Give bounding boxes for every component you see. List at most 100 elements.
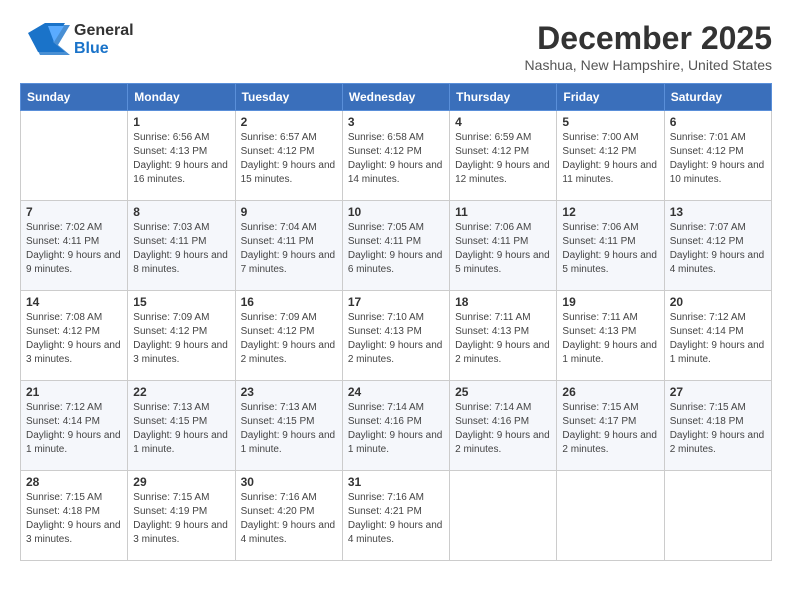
day-info: Sunrise: 7:04 AMSunset: 4:11 PMDaylight:…: [241, 221, 337, 277]
day-info: Sunrise: 7:10 AMSunset: 4:13 PMDaylight:…: [348, 311, 444, 367]
day-info: Sunrise: 6:56 AMSunset: 4:13 PMDaylight:…: [133, 131, 229, 187]
day-number: 14: [26, 295, 122, 309]
logo-blue: Blue: [74, 40, 134, 58]
calendar-week-row: 14Sunrise: 7:08 AMSunset: 4:12 PMDayligh…: [21, 291, 772, 381]
calendar-cell: 3Sunrise: 6:58 AMSunset: 4:12 PMDaylight…: [342, 111, 449, 201]
location: Nashua, New Hampshire, United States: [525, 57, 772, 73]
day-info: Sunrise: 7:09 AMSunset: 4:12 PMDaylight:…: [241, 311, 337, 367]
day-info: Sunrise: 7:13 AMSunset: 4:15 PMDaylight:…: [241, 401, 337, 457]
calendar-cell: [557, 471, 664, 561]
day-info: Sunrise: 7:15 AMSunset: 4:19 PMDaylight:…: [133, 491, 229, 547]
calendar-cell: 11 Sunrise: 7:06 AMSunset: 4:11 PMDayligh…: [450, 201, 557, 291]
calendar-header-wednesday: Wednesday: [342, 84, 449, 111]
calendar-header-row: SundayMondayTuesdayWednesdayThursdayFrid…: [21, 84, 772, 111]
calendar-cell: 22 Sunrise: 7:13 AMSunset: 4:15 PMDayligh…: [128, 381, 235, 471]
day-number: 21: [26, 385, 122, 399]
day-number: 30: [241, 475, 337, 489]
day-info: Sunrise: 7:02 AMSunset: 4:11 PMDaylight:…: [26, 221, 122, 277]
day-info: Sunrise: 7:06 AMSunset: 4:11 PMDaylight:…: [562, 221, 658, 277]
day-number: 1: [133, 115, 229, 129]
calendar-cell: 29 Sunrise: 7:15 AMSunset: 4:19 PMDayligh…: [128, 471, 235, 561]
calendar-cell: 21Sunrise: 7:12 AMSunset: 4:14 PMDayligh…: [21, 381, 128, 471]
calendar-header-friday: Friday: [557, 84, 664, 111]
calendar-cell: 30 Sunrise: 7:16 AMSunset: 4:20 PMDayligh…: [235, 471, 342, 561]
calendar-cell: 18Sunrise: 7:11 AMSunset: 4:13 PMDayligh…: [450, 291, 557, 381]
calendar-cell: 26Sunrise: 7:15 AMSunset: 4:17 PMDayligh…: [557, 381, 664, 471]
day-number: 26: [562, 385, 658, 399]
calendar-cell: 5 Sunrise: 7:00 AMSunset: 4:12 PMDaylight…: [557, 111, 664, 201]
calendar-cell: 7 Sunrise: 7:02 AMSunset: 4:11 PMDaylight…: [21, 201, 128, 291]
calendar-cell: 17Sunrise: 7:10 AMSunset: 4:13 PMDayligh…: [342, 291, 449, 381]
calendar-cell: 23 Sunrise: 7:13 AMSunset: 4:15 PMDayligh…: [235, 381, 342, 471]
calendar-cell: [450, 471, 557, 561]
calendar-header-saturday: Saturday: [664, 84, 771, 111]
calendar-cell: 16 Sunrise: 7:09 AMSunset: 4:12 PMDayligh…: [235, 291, 342, 381]
day-number: 6: [670, 115, 766, 129]
calendar-week-row: 1 Sunrise: 6:56 AMSunset: 4:13 PMDaylight…: [21, 111, 772, 201]
calendar-week-row: 21Sunrise: 7:12 AMSunset: 4:14 PMDayligh…: [21, 381, 772, 471]
calendar-week-row: 28 Sunrise: 7:15 AMSunset: 4:18 PMDayligh…: [21, 471, 772, 561]
day-number: 28: [26, 475, 122, 489]
day-info: Sunrise: 7:16 AMSunset: 4:21 PMDaylight:…: [348, 491, 444, 547]
day-number: 24: [348, 385, 444, 399]
day-info: Sunrise: 7:13 AMSunset: 4:15 PMDaylight:…: [133, 401, 229, 457]
day-info: Sunrise: 7:00 AMSunset: 4:12 PMDaylight:…: [562, 131, 658, 187]
title-block: December 2025 Nashua, New Hampshire, Uni…: [525, 20, 772, 73]
calendar-cell: 24Sunrise: 7:14 AMSunset: 4:16 PMDayligh…: [342, 381, 449, 471]
calendar-cell: 31Sunrise: 7:16 AMSunset: 4:21 PMDayligh…: [342, 471, 449, 561]
calendar-header-tuesday: Tuesday: [235, 84, 342, 111]
day-number: 18: [455, 295, 551, 309]
day-number: 29: [133, 475, 229, 489]
day-number: 8: [133, 205, 229, 219]
logo-icon: [20, 20, 70, 60]
day-number: 13: [670, 205, 766, 219]
calendar-header-thursday: Thursday: [450, 84, 557, 111]
day-number: 9: [241, 205, 337, 219]
day-number: 25: [455, 385, 551, 399]
calendar-cell: 9 Sunrise: 7:04 AMSunset: 4:11 PMDaylight…: [235, 201, 342, 291]
day-info: Sunrise: 7:14 AMSunset: 4:16 PMDaylight:…: [455, 401, 551, 457]
day-number: 5: [562, 115, 658, 129]
calendar-table: SundayMondayTuesdayWednesdayThursdayFrid…: [20, 83, 772, 561]
calendar-cell: 4 Sunrise: 6:59 AMSunset: 4:12 PMDaylight…: [450, 111, 557, 201]
day-number: 10: [348, 205, 444, 219]
calendar-cell: 25 Sunrise: 7:14 AMSunset: 4:16 PMDayligh…: [450, 381, 557, 471]
calendar-cell: 20 Sunrise: 7:12 AMSunset: 4:14 PMDayligh…: [664, 291, 771, 381]
calendar-cell: 14Sunrise: 7:08 AMSunset: 4:12 PMDayligh…: [21, 291, 128, 381]
calendar-cell: 13 Sunrise: 7:07 AMSunset: 4:12 PMDayligh…: [664, 201, 771, 291]
day-number: 11: [455, 205, 551, 219]
calendar-cell: 19Sunrise: 7:11 AMSunset: 4:13 PMDayligh…: [557, 291, 664, 381]
day-number: 22: [133, 385, 229, 399]
calendar-cell: 2 Sunrise: 6:57 AMSunset: 4:12 PMDaylight…: [235, 111, 342, 201]
calendar-header-monday: Monday: [128, 84, 235, 111]
day-info: Sunrise: 7:12 AMSunset: 4:14 PMDaylight:…: [670, 311, 766, 367]
calendar-cell: 10Sunrise: 7:05 AMSunset: 4:11 PMDayligh…: [342, 201, 449, 291]
day-info: Sunrise: 7:06 AMSunset: 4:11 PMDaylight:…: [455, 221, 551, 277]
day-number: 2: [241, 115, 337, 129]
calendar-cell: 15Sunrise: 7:09 AMSunset: 4:12 PMDayligh…: [128, 291, 235, 381]
day-number: 4: [455, 115, 551, 129]
day-info: Sunrise: 6:57 AMSunset: 4:12 PMDaylight:…: [241, 131, 337, 187]
page-header: General Blue December 2025 Nashua, New H…: [20, 20, 772, 73]
day-info: Sunrise: 7:16 AMSunset: 4:20 PMDaylight:…: [241, 491, 337, 547]
logo-general: General: [74, 22, 134, 40]
calendar-cell: 8 Sunrise: 7:03 AMSunset: 4:11 PMDaylight…: [128, 201, 235, 291]
day-info: Sunrise: 7:15 AMSunset: 4:18 PMDaylight:…: [26, 491, 122, 547]
day-number: 27: [670, 385, 766, 399]
day-info: Sunrise: 7:03 AMSunset: 4:11 PMDaylight:…: [133, 221, 229, 277]
calendar-cell: 28 Sunrise: 7:15 AMSunset: 4:18 PMDayligh…: [21, 471, 128, 561]
day-number: 7: [26, 205, 122, 219]
calendar-week-row: 7 Sunrise: 7:02 AMSunset: 4:11 PMDaylight…: [21, 201, 772, 291]
day-number: 23: [241, 385, 337, 399]
logo: General Blue: [20, 20, 134, 60]
day-info: Sunrise: 7:07 AMSunset: 4:12 PMDaylight:…: [670, 221, 766, 277]
day-info: Sunrise: 6:58 AMSunset: 4:12 PMDaylight:…: [348, 131, 444, 187]
day-info: Sunrise: 6:59 AMSunset: 4:12 PMDaylight:…: [455, 131, 551, 187]
calendar-header-sunday: Sunday: [21, 84, 128, 111]
day-number: 20: [670, 295, 766, 309]
day-number: 15: [133, 295, 229, 309]
calendar-cell: 12Sunrise: 7:06 AMSunset: 4:11 PMDayligh…: [557, 201, 664, 291]
calendar-cell: 1 Sunrise: 6:56 AMSunset: 4:13 PMDaylight…: [128, 111, 235, 201]
day-number: 19: [562, 295, 658, 309]
day-number: 16: [241, 295, 337, 309]
